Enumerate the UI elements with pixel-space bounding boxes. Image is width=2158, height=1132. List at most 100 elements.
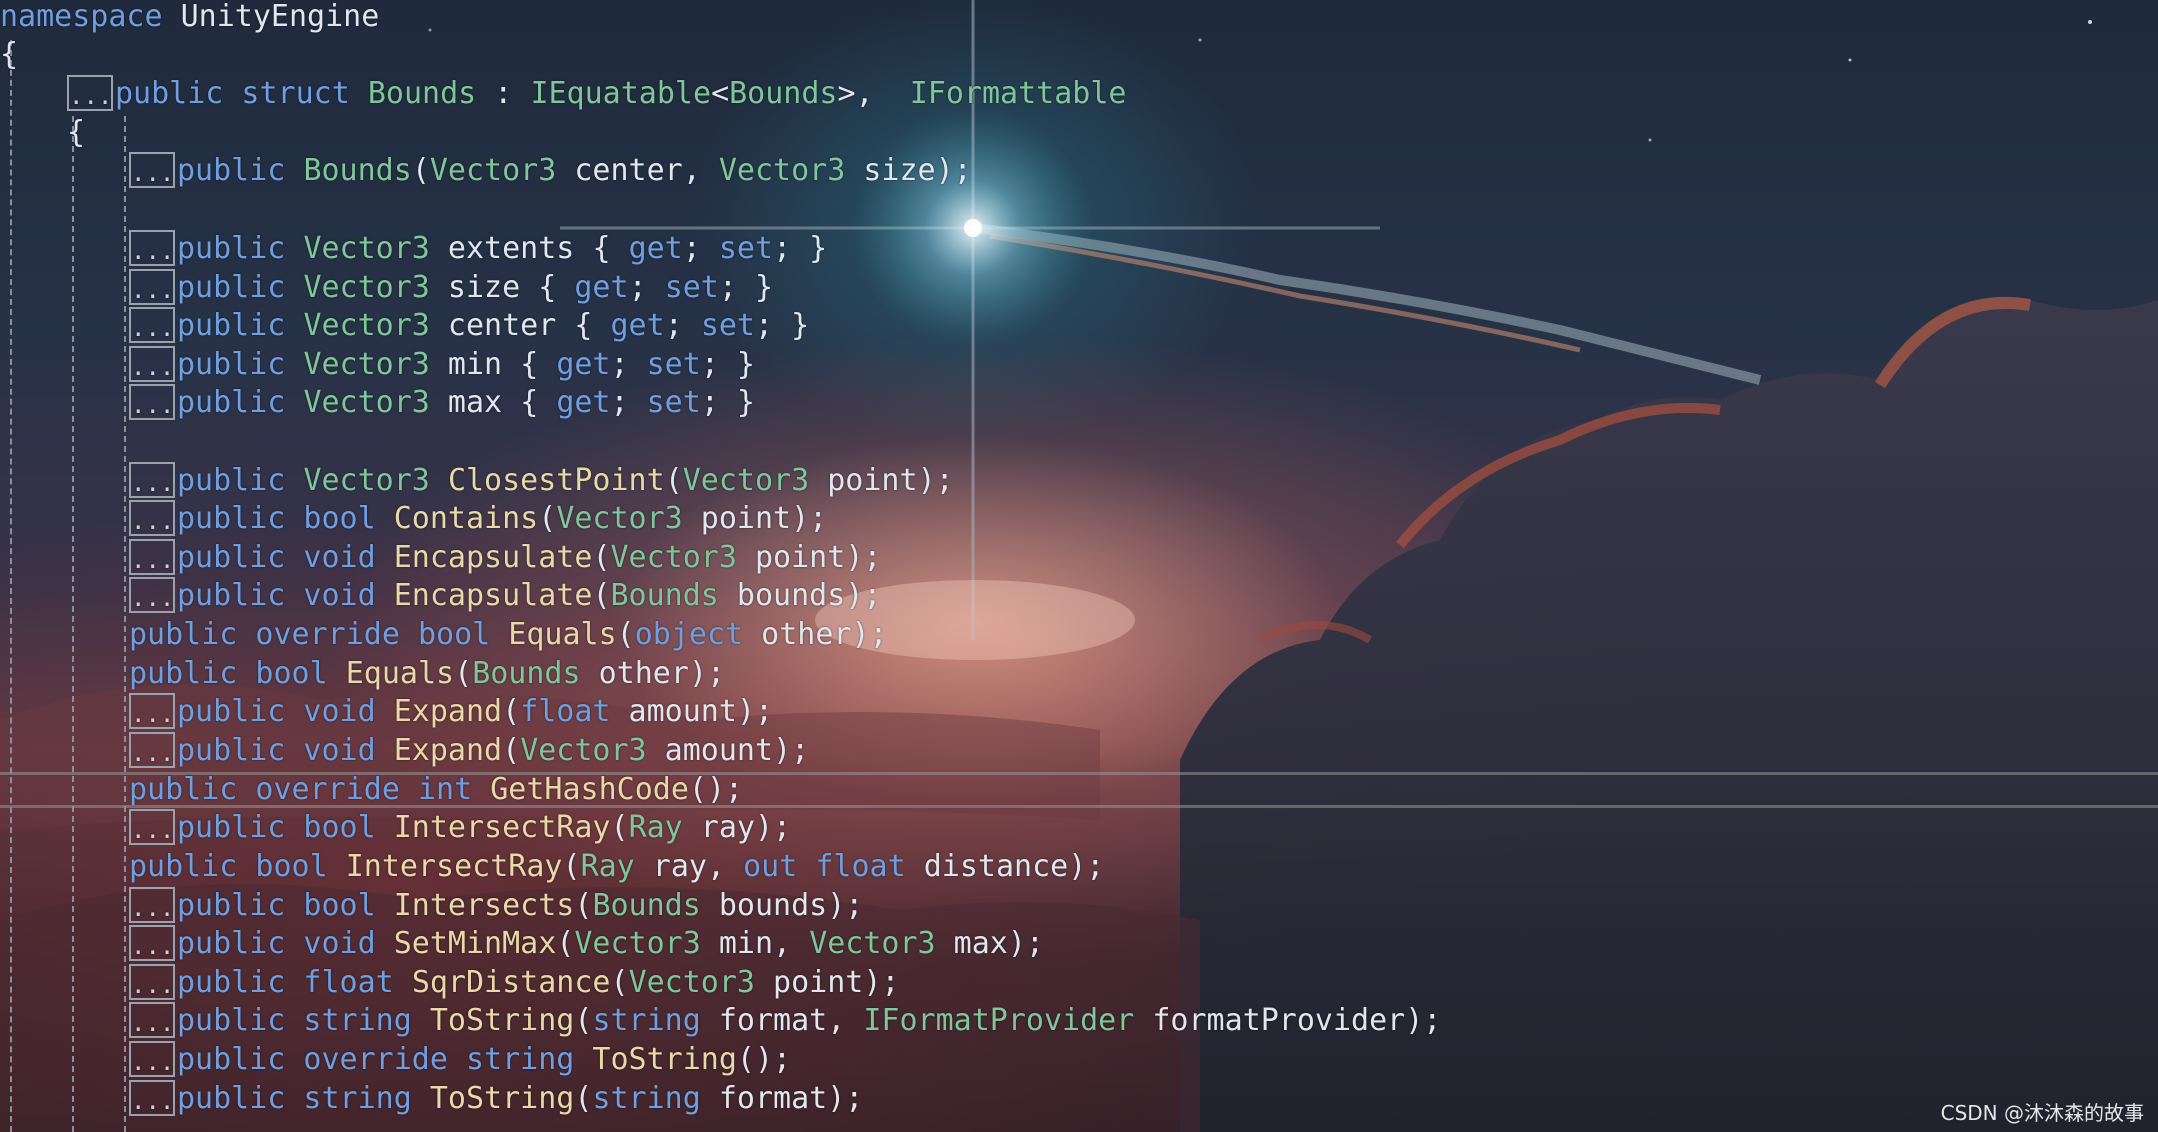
code-token: max bbox=[429, 385, 521, 420]
code-line[interactable]: ...public Vector3 min { get; set; } bbox=[129, 345, 755, 384]
code-token: public float bbox=[177, 965, 412, 1000]
code-token: Ray bbox=[628, 810, 683, 845]
code-token: public string bbox=[177, 1081, 430, 1116]
code-token: other bbox=[743, 617, 852, 652]
collapsed-region-icon[interactable]: ... bbox=[129, 1001, 175, 1038]
code-token: Bounds bbox=[729, 76, 838, 111]
code-token: get bbox=[610, 308, 665, 343]
code-line[interactable]: ...public Vector3 max { get; set; } bbox=[129, 383, 755, 422]
code-token: min, bbox=[700, 926, 810, 961]
collapsed-region-icon[interactable]: ... bbox=[129, 229, 175, 266]
collapsed-region-icon[interactable]: ... bbox=[129, 1079, 175, 1116]
code-area[interactable]: namespace UnityEngine{...public struct B… bbox=[0, 0, 2158, 1132]
code-token: ); bbox=[1007, 926, 1044, 961]
code-line[interactable]: ...public float SqrDistance(Vector3 poin… bbox=[129, 963, 900, 1002]
code-token: GetHashCode bbox=[490, 772, 689, 807]
code-token: ( bbox=[556, 926, 575, 961]
code-token: string bbox=[592, 1003, 701, 1038]
code-line[interactable]: ...public struct Bounds : IEquatable<Bou… bbox=[67, 74, 1127, 113]
code-token: Bounds bbox=[367, 76, 477, 111]
code-token: size bbox=[429, 270, 539, 305]
code-line[interactable]: { bbox=[0, 36, 18, 74]
code-token: point bbox=[682, 501, 792, 536]
code-line[interactable]: public bool Equals(Bounds other); bbox=[129, 655, 725, 693]
code-token: other bbox=[580, 656, 689, 691]
code-token: { bbox=[538, 270, 575, 305]
code-token: Encapsulate bbox=[393, 578, 593, 613]
collapsed-region-icon[interactable]: ... bbox=[129, 576, 175, 613]
code-token: ( bbox=[411, 153, 430, 188]
code-line[interactable]: ...public string ToString(string format,… bbox=[129, 1001, 1442, 1040]
code-line[interactable]: ...public bool IntersectRay(Ray ray); bbox=[129, 808, 791, 847]
collapsed-region-icon[interactable]: ... bbox=[67, 74, 113, 111]
code-token: Encapsulate bbox=[393, 540, 593, 575]
code-token: { bbox=[574, 308, 611, 343]
code-token: Equals bbox=[508, 617, 617, 652]
code-token: public bbox=[177, 270, 304, 305]
code-token: Equals bbox=[345, 656, 455, 691]
collapsed-region-icon[interactable]: ... bbox=[129, 731, 175, 768]
code-editor[interactable]: namespace UnityEngine{...public struct B… bbox=[0, 0, 2158, 1132]
collapsed-region-icon[interactable]: ... bbox=[129, 808, 175, 845]
code-line[interactable]: ...public Vector3 center { get; set; } bbox=[129, 306, 809, 345]
code-token: ); bbox=[791, 501, 828, 536]
code-line[interactable]: ...public Bounds(Vector3 center, Vector3… bbox=[129, 151, 972, 190]
code-token: Vector3 bbox=[628, 965, 755, 1000]
code-token: ( bbox=[592, 540, 611, 575]
code-token: distance bbox=[905, 849, 1069, 884]
code-line[interactable]: ...public Vector3 size { get; set; } bbox=[129, 268, 773, 307]
code-token: float bbox=[520, 694, 611, 729]
code-line[interactable]: ...public bool Intersects(Bounds bounds)… bbox=[129, 886, 863, 925]
code-token: public void bbox=[177, 540, 394, 575]
code-line[interactable]: ...public override string ToString(); bbox=[129, 1040, 791, 1079]
code-token: Contains bbox=[393, 501, 539, 536]
code-token: ClosestPoint bbox=[447, 463, 665, 498]
code-token: Vector3 bbox=[303, 231, 430, 266]
code-token: ); bbox=[1405, 1003, 1442, 1038]
collapsed-region-icon[interactable]: ... bbox=[129, 461, 175, 498]
code-line[interactable]: public bool IntersectRay(Ray ray, out fl… bbox=[129, 848, 1104, 886]
code-line[interactable]: ...public void Encapsulate(Vector3 point… bbox=[129, 538, 881, 577]
collapsed-region-icon[interactable]: ... bbox=[129, 306, 175, 343]
code-token: ( bbox=[664, 463, 683, 498]
collapsed-region-icon[interactable]: ... bbox=[129, 692, 175, 729]
code-token: Bounds bbox=[610, 578, 719, 613]
code-line[interactable]: ...public bool Contains(Vector3 point); bbox=[129, 499, 828, 538]
collapsed-region-icon[interactable]: ... bbox=[129, 151, 175, 188]
collapsed-region-icon[interactable]: ... bbox=[129, 1040, 175, 1077]
code-token: ); bbox=[845, 578, 882, 613]
code-line[interactable]: ...public void Expand(float amount); bbox=[129, 692, 773, 731]
collapsed-region-icon[interactable]: ... bbox=[129, 924, 175, 961]
collapsed-region-icon[interactable]: ... bbox=[129, 383, 175, 420]
code-line[interactable]: ...public Vector3 ClosestPoint(Vector3 p… bbox=[129, 461, 954, 500]
code-line[interactable]: namespace UnityEngine bbox=[0, 0, 379, 36]
code-token: public bbox=[177, 347, 304, 382]
code-token: ray bbox=[682, 810, 755, 845]
code-line[interactable]: public override bool Equals(object other… bbox=[129, 616, 888, 654]
collapsed-region-icon[interactable]: ... bbox=[129, 538, 175, 575]
code-token: ToString bbox=[429, 1003, 575, 1038]
code-token: public struct bbox=[115, 76, 368, 111]
code-line[interactable]: ...public Vector3 extents { get; set; } bbox=[129, 229, 827, 268]
code-token: extents bbox=[429, 231, 593, 266]
code-token: ); bbox=[773, 733, 810, 768]
collapsed-region-icon[interactable]: ... bbox=[129, 345, 175, 382]
code-line[interactable]: ...public void Expand(Vector3 amount); bbox=[129, 731, 810, 770]
code-token: public bbox=[177, 308, 304, 343]
code-token: SqrDistance bbox=[411, 965, 611, 1000]
code-token: UnityEngine bbox=[180, 0, 380, 34]
code-token: set bbox=[646, 385, 701, 420]
code-line[interactable]: ...public void SetMinMax(Vector3 min, Ve… bbox=[129, 924, 1044, 963]
code-line[interactable]: { bbox=[67, 114, 85, 152]
collapsed-region-icon[interactable]: ... bbox=[129, 268, 175, 305]
code-line[interactable]: public override int GetHashCode(); bbox=[129, 771, 743, 809]
code-token: Bounds bbox=[592, 888, 701, 923]
collapsed-region-icon[interactable]: ... bbox=[129, 963, 175, 1000]
code-token: IFormattable bbox=[909, 76, 1127, 111]
collapsed-region-icon[interactable]: ... bbox=[129, 499, 175, 536]
code-line[interactable]: ...public string ToString(string format)… bbox=[129, 1079, 863, 1118]
collapsed-region-icon[interactable]: ... bbox=[129, 886, 175, 923]
code-line[interactable]: ...public void Encapsulate(Bounds bounds… bbox=[129, 576, 882, 615]
code-token: format, bbox=[700, 1003, 864, 1038]
code-token: get bbox=[574, 270, 629, 305]
